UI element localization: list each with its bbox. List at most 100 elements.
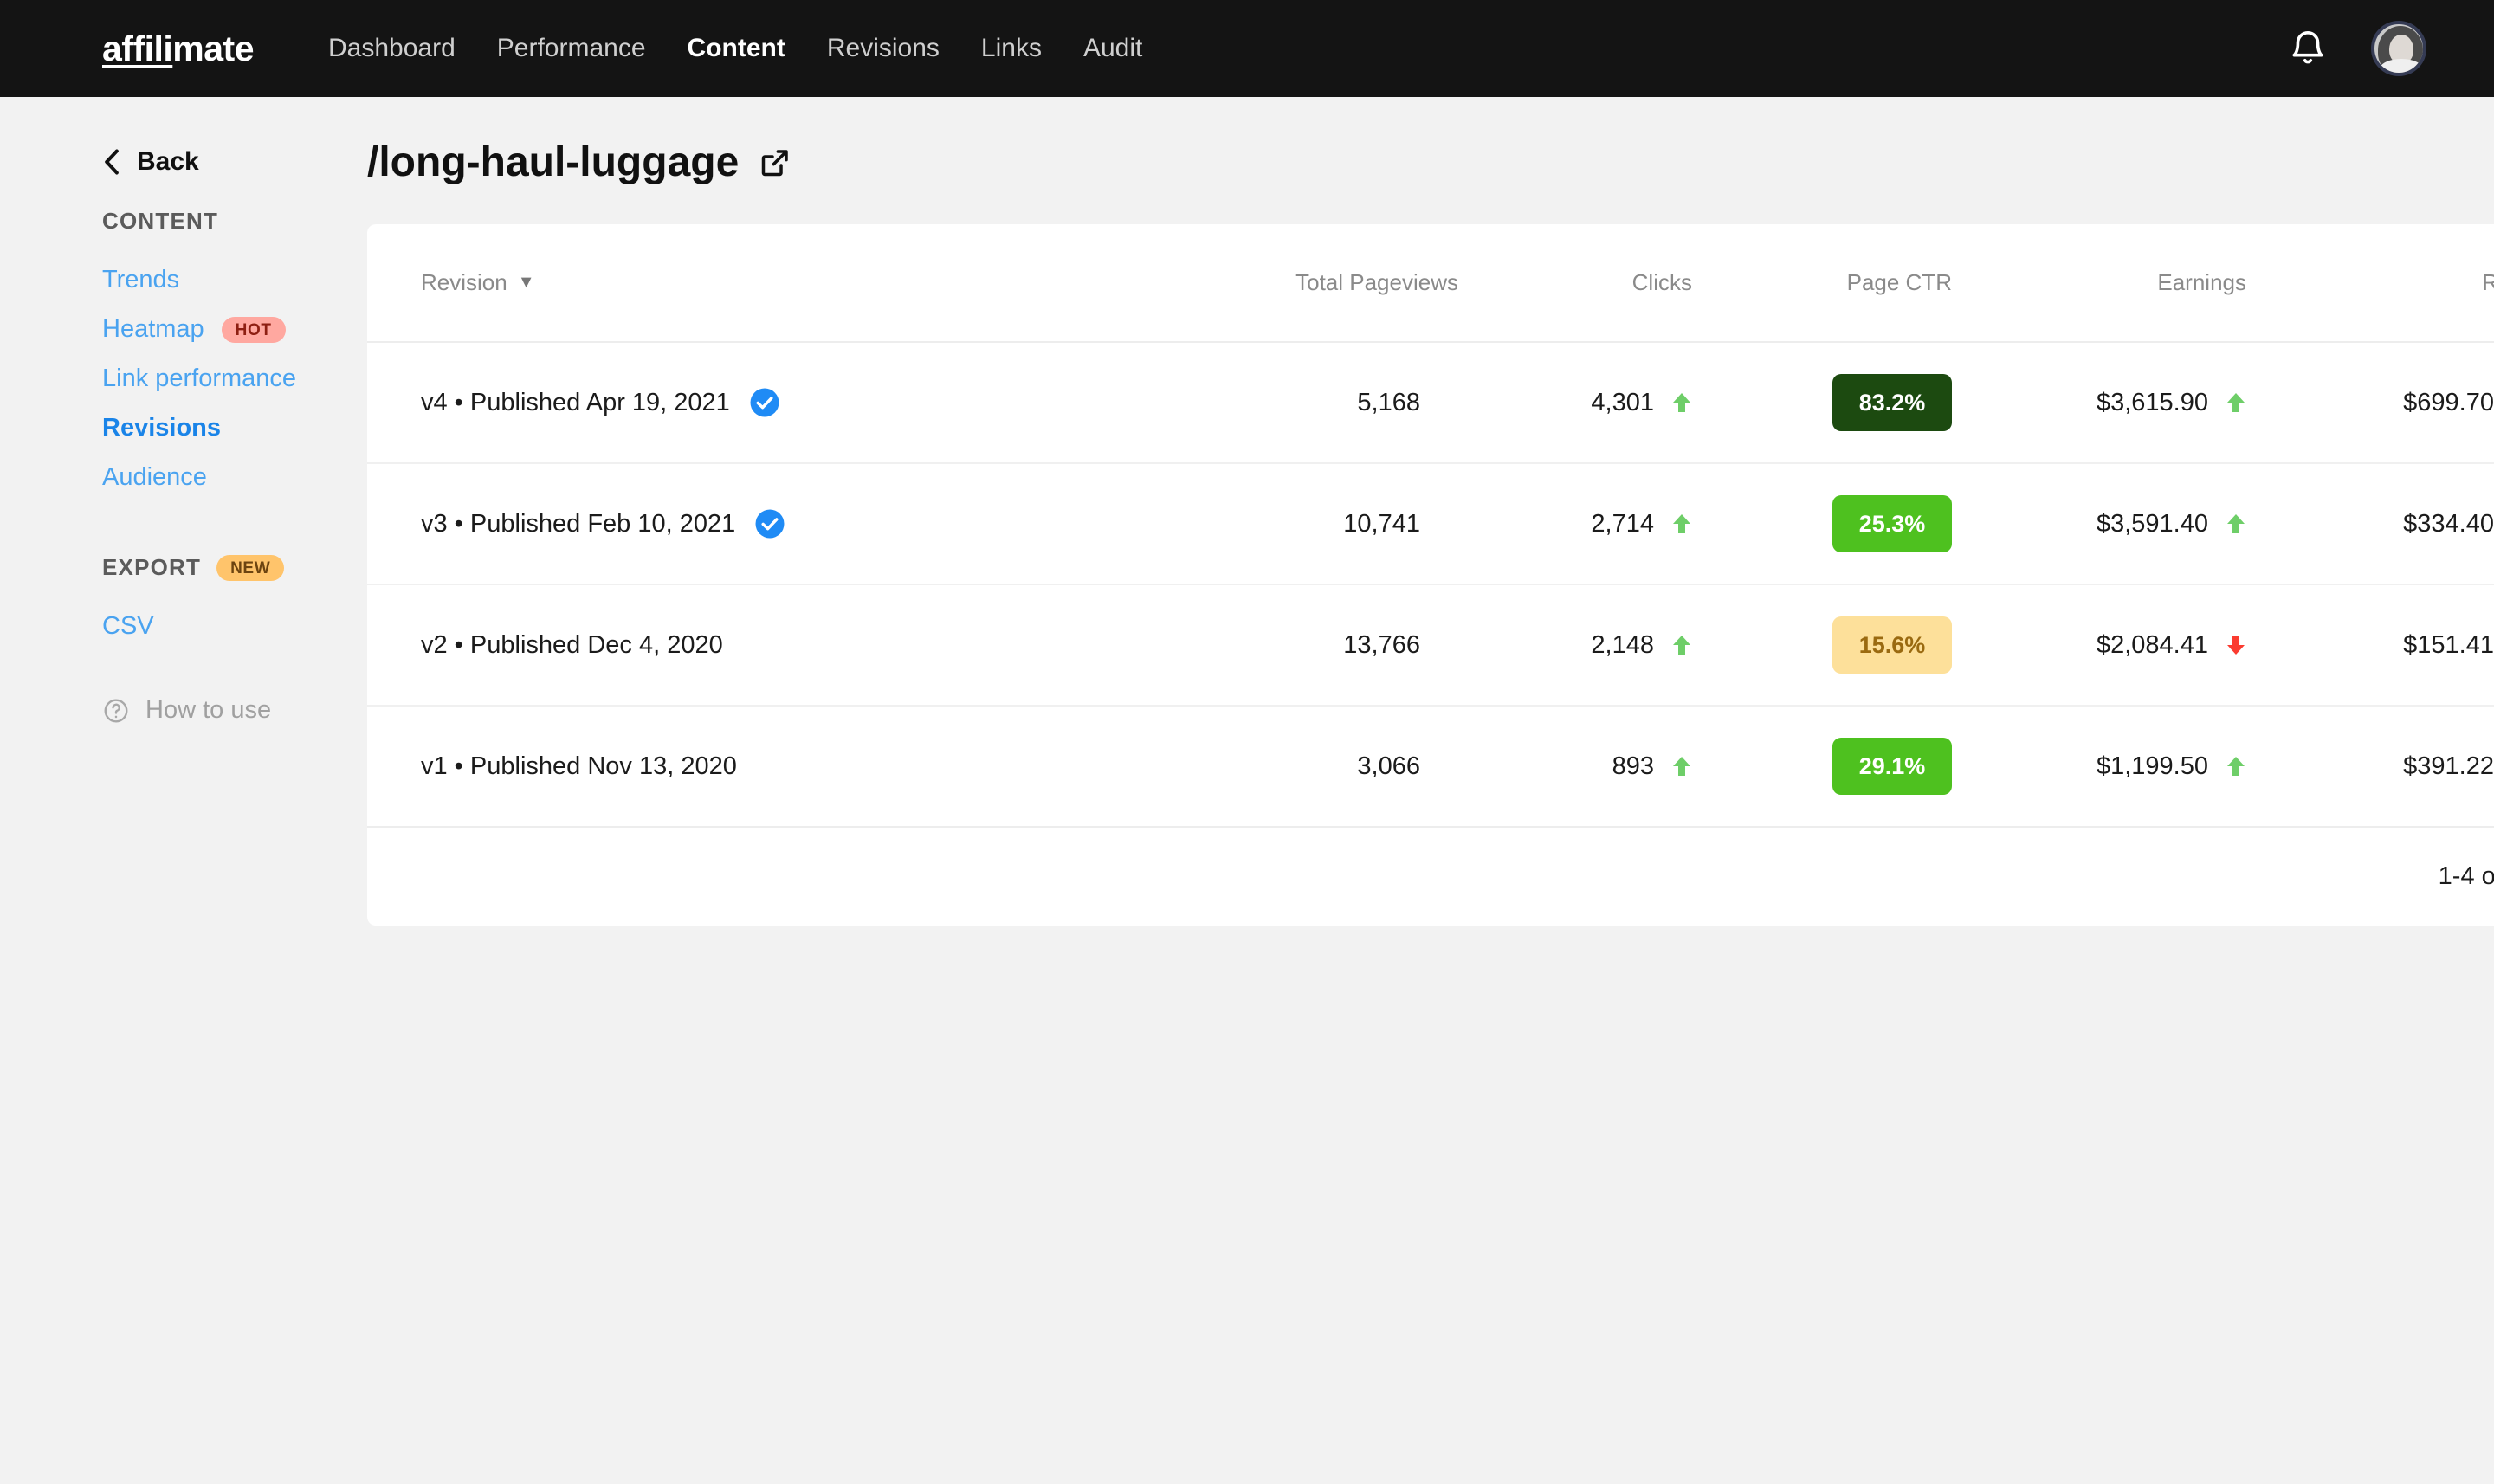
cell-clicks: 4,301	[1458, 342, 1692, 463]
bell-icon[interactable]	[2288, 29, 2328, 68]
nav-item-revisions[interactable]: Revisions	[824, 27, 943, 70]
sidebar-section-content: CONTENT	[102, 208, 367, 235]
nav-item-dashboard[interactable]: Dashboard	[325, 27, 459, 70]
pageviews-value: 5,168	[1357, 389, 1420, 417]
earnings-value: $1,199.50	[2097, 752, 2208, 781]
table-body: v4 • Published Apr 19, 2021 5,168 4,301 83.…	[367, 342, 2494, 827]
sidebar-item-trends[interactable]: Trends	[102, 255, 367, 305]
cell-earnings: $2,084.41	[1952, 584, 2246, 706]
cell-rpm: $391.22	[2246, 706, 2494, 827]
sidebar-item-label: Link performance	[102, 365, 296, 393]
sidebar-item-label: Heatmap	[102, 315, 204, 344]
cell-earnings: $3,591.40	[1952, 463, 2246, 584]
table-head: Revision ▼ Total Pageviews Clicks Page CT…	[367, 224, 2494, 342]
column-header-rpm[interactable]: RPM	[2246, 224, 2494, 342]
earnings-value: $3,615.90	[2097, 389, 2208, 417]
table-footer: 1-4 of 4	[367, 828, 2494, 926]
page-title: /long-haul-luggage	[367, 139, 2494, 186]
cell-clicks: 2,714	[1458, 463, 1692, 584]
sidebar-section-export-label: EXPORT	[102, 554, 201, 581]
cell-rpm: $151.41	[2246, 584, 2494, 706]
cell-revision: v3 • Published Feb 10, 2021	[367, 463, 1173, 584]
cell-revision: v1 • Published Nov 13, 2020	[367, 706, 1173, 827]
sidebar-item-label: Revisions	[102, 414, 221, 442]
column-header-pageviews[interactable]: Total Pageviews	[1173, 224, 1458, 342]
avatar[interactable]	[2371, 21, 2426, 76]
revision-label: v1 • Published Nov 13, 2020	[421, 752, 737, 781]
cell-revision: v2 • Published Dec 4, 2020	[367, 584, 1173, 706]
cell-rpm: $699.70	[2246, 342, 2494, 463]
page-ctr-badge: 29.1%	[1832, 738, 1952, 795]
cell-pageviews: 10,741	[1173, 463, 1458, 584]
main-content: /long-haul-luggage Revision ▼	[367, 132, 2494, 926]
app-logo[interactable]: affilimate	[102, 29, 254, 69]
sidebar-item-link-performance[interactable]: Link performance	[102, 354, 367, 403]
avatar-body	[2380, 59, 2423, 76]
sidebar: Back CONTENT Trends Heatmap HOT Link per…	[0, 132, 367, 926]
column-header-page-ctr[interactable]: Page CTR	[1692, 224, 1952, 342]
page-ctr-badge: 83.2%	[1832, 374, 1952, 431]
verified-badge-icon	[749, 387, 780, 418]
revision-label: v4 • Published Apr 19, 2021	[421, 389, 730, 417]
back-button[interactable]: Back	[102, 147, 367, 177]
question-circle-icon	[102, 697, 130, 725]
clicks-value: 2,714	[1591, 510, 1654, 539]
earnings-value: $2,084.41	[2097, 631, 2208, 660]
sidebar-item-audience[interactable]: Audience	[102, 453, 367, 502]
rpm-value: $334.40	[2403, 510, 2494, 539]
page-ctr-badge: 25.3%	[1832, 495, 1952, 552]
sidebar-item-revisions[interactable]: Revisions	[102, 403, 367, 453]
primary-nav: Dashboard Performance Content Revisions …	[325, 27, 1146, 70]
new-badge: NEW	[216, 555, 284, 581]
cell-pageviews: 3,066	[1173, 706, 1458, 827]
revision-label: v3 • Published Feb 10, 2021	[421, 510, 735, 539]
cell-pageviews: 5,168	[1173, 342, 1458, 463]
revisions-table: Revision ▼ Total Pageviews Clicks Page CT…	[367, 224, 2494, 828]
pageviews-value: 13,766	[1343, 631, 1420, 660]
revisions-card: Revision ▼ Total Pageviews Clicks Page CT…	[367, 224, 2494, 926]
page-ctr-badge: 15.6%	[1832, 616, 1952, 674]
table-row[interactable]: v2 • Published Dec 4, 2020 13,766 2,148 15.…	[367, 584, 2494, 706]
top-bar-actions	[2288, 21, 2426, 76]
cell-clicks: 893	[1458, 706, 1692, 827]
sidebar-section-content-label: CONTENT	[102, 208, 218, 235]
column-header-revision-label: Revision	[421, 269, 507, 295]
column-header-revision[interactable]: Revision ▼	[367, 224, 1173, 342]
cell-revision: v4 • Published Apr 19, 2021	[367, 342, 1173, 463]
sidebar-item-heatmap[interactable]: Heatmap HOT	[102, 305, 367, 354]
sidebar-item-csv[interactable]: CSV	[102, 602, 367, 651]
table-row[interactable]: v4 • Published Apr 19, 2021 5,168 4,301 83.…	[367, 342, 2494, 463]
page-body: Back CONTENT Trends Heatmap HOT Link per…	[0, 97, 2494, 926]
pagination-summary: 1-4 of 4	[2439, 862, 2494, 891]
cell-page-ctr: 25.3%	[1692, 463, 1952, 584]
cell-earnings: $1,199.50	[1952, 706, 2246, 827]
chevron-left-icon	[102, 149, 121, 175]
hot-badge: HOT	[222, 317, 286, 343]
clicks-value: 4,301	[1591, 389, 1654, 417]
clicks-value: 893	[1612, 752, 1654, 781]
sidebar-section-export: EXPORT NEW	[102, 554, 367, 581]
cell-page-ctr: 29.1%	[1692, 706, 1952, 827]
nav-item-audit[interactable]: Audit	[1080, 27, 1146, 70]
nav-item-content[interactable]: Content	[684, 27, 789, 70]
clicks-value: 2,148	[1591, 631, 1654, 660]
how-to-use-label: How to use	[145, 696, 271, 725]
external-link-icon[interactable]	[758, 145, 792, 180]
page-title-text: /long-haul-luggage	[367, 139, 739, 186]
top-navigation-bar: affilimate Dashboard Performance Content…	[0, 0, 2494, 97]
cell-rpm: $334.40	[2246, 463, 2494, 584]
nav-item-performance[interactable]: Performance	[494, 27, 649, 70]
cell-page-ctr: 83.2%	[1692, 342, 1952, 463]
logo-prefix: affili	[102, 29, 172, 68]
column-header-clicks[interactable]: Clicks	[1458, 224, 1692, 342]
table-header-row: Revision ▼ Total Pageviews Clicks Page CT…	[367, 224, 2494, 342]
sidebar-item-label: Audience	[102, 463, 207, 492]
nav-item-links[interactable]: Links	[978, 27, 1045, 70]
table-row[interactable]: v3 • Published Feb 10, 2021 10,741 2,714 25…	[367, 463, 2494, 584]
back-label: Back	[137, 147, 199, 177]
how-to-use-link[interactable]: How to use	[102, 696, 367, 725]
table-row[interactable]: v1 • Published Nov 13, 2020 3,066 893 29.1%…	[367, 706, 2494, 827]
column-header-earnings[interactable]: Earnings	[1952, 224, 2246, 342]
chevron-down-icon: ▼	[518, 273, 535, 293]
rpm-value: $699.70	[2403, 389, 2494, 417]
